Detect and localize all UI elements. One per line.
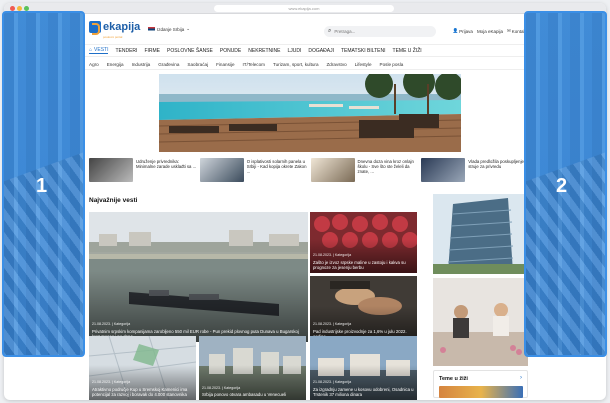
ticker-thumb — [421, 158, 466, 182]
nav-item-poslovne-sanse[interactable]: POSLOVNE ŠANSE — [167, 48, 213, 54]
subnav-item[interactable]: Građevina — [158, 62, 179, 67]
subnav-item[interactable]: Industrija — [132, 62, 151, 67]
office-image — [433, 278, 528, 366]
ticker-thumb — [199, 158, 244, 182]
user-icon: 👤 — [452, 28, 459, 33]
login-link[interactable]: 👤 Prijava — [453, 28, 473, 34]
hero-banner[interactable] — [159, 74, 461, 152]
side-ad-building[interactable] — [433, 194, 528, 274]
logo-mark-icon — [89, 21, 101, 35]
overlay-panel-left[interactable]: 1 — [2, 11, 85, 357]
chevron-right-icon[interactable]: › — [520, 375, 522, 381]
ticker-item[interactable]: Dnevna doza vina kroz onlajn školu - Sve… — [310, 158, 419, 186]
mail-icon: ✉ — [506, 28, 511, 33]
logo[interactable]: ekapija — [89, 21, 141, 35]
story-caption: 21.08.2023. | Kategorija Atraktivno podr… — [92, 380, 188, 397]
ticker-item[interactable]: O isplativosti solarnih panela u Srbiji … — [199, 158, 308, 186]
edition-selector[interactable]: Izdanje Srbija ⌄ — [148, 26, 190, 32]
search-icon: ⌕ — [328, 28, 332, 34]
home-icon: ⌂ — [89, 47, 93, 53]
browser-window: www.ekapija.com ekapija poslovni portal … — [4, 3, 606, 400]
ticker-item[interactable]: Vlada predložila poskupljenje struje za … — [421, 158, 529, 186]
address-bar[interactable]: www.ekapija.com — [214, 5, 394, 12]
subnav-item[interactable]: Saobraćaj — [187, 62, 208, 67]
overlay-number-left: 1 — [36, 175, 48, 197]
subnav-item[interactable]: Posle posla — [380, 62, 404, 67]
ticker-item[interactable]: Udruženje privrednika: Minimalne zarade … — [89, 158, 197, 186]
overlay-panel-right[interactable]: 2 — [524, 11, 607, 357]
nav-item-teme-u-zizi[interactable]: TEME U ŽIŽI — [393, 48, 422, 54]
story-caption: 21.08.2023. | Kategorija Srbija ponovo o… — [202, 385, 287, 397]
subnav-item[interactable]: Turizam, sport, kultura — [273, 62, 319, 67]
serbia-flag-icon — [148, 26, 155, 32]
teme-thumbnail — [439, 386, 523, 398]
page: ekapija poslovni portal Izdanje Srbija ⌄… — [84, 14, 531, 400]
ticker-row: Udruženje privrednika: Minimalne zarade … — [89, 158, 529, 188]
story-card[interactable]: 21.08.2023. | Kategorija Atraktivno podr… — [89, 336, 196, 400]
top-bar: ekapija poslovni portal Izdanje Srbija ⌄… — [84, 14, 531, 39]
hero-pool-image — [159, 74, 461, 152]
nav-item-firme[interactable]: FIRME — [144, 48, 160, 54]
search-box[interactable]: ⌕ — [324, 26, 436, 37]
teme-title: Teme u žiži — [439, 376, 468, 382]
nav-item-ljudi[interactable]: LJUDI — [288, 48, 302, 54]
sub-nav: Agro Energija Industrija Građevina Saobr… — [84, 59, 531, 70]
edition-label: Izdanje Srbija — [157, 26, 185, 32]
story-card-main[interactable]: 21.08.2023. | Kategorija Privatnim srpsk… — [89, 212, 308, 342]
story-card[interactable]: 21.08.2023. | Kategorija Pad industrijsk… — [310, 276, 417, 342]
story-card[interactable]: 21.08.2023. | Kategorija Zašto je izvoz … — [310, 212, 417, 273]
nav-item-ponude[interactable]: PONUDE — [220, 48, 241, 54]
nav-item-vesti[interactable]: ⌂ VESTI — [89, 47, 109, 54]
main-nav: ⌂ VESTI TENDERI FIRME POSLOVNE ŠANSE PONU… — [84, 44, 531, 57]
logo-tagline: poslovni portal — [103, 35, 123, 39]
subnav-item[interactable]: Zdravstvo — [327, 62, 347, 67]
story-caption: 21.08.2023. | Kategorija Za izgradnju za… — [313, 380, 414, 397]
building-image — [433, 194, 528, 274]
ticker-thumb — [310, 158, 355, 182]
browser-chrome: www.ekapija.com — [4, 3, 606, 14]
teme-u-zizi-widget[interactable]: Teme u žiži › — [433, 370, 528, 398]
search-input[interactable] — [334, 29, 425, 34]
chevron-down-icon: ⌄ — [186, 26, 191, 31]
my-ekapija-link[interactable]: Moja eKapija — [477, 28, 503, 34]
user-links: 👤 Prijava Moja eKapija ✉ Kontakt — [453, 28, 527, 34]
story-card[interactable]: 21.08.2023. | Kategorija Za izgradnju za… — [310, 336, 417, 400]
story-card[interactable]: 21.08.2023. | Kategorija Srbija ponovo o… — [199, 336, 306, 400]
nav-item-dogadjaji[interactable]: DOGAĐAJI — [308, 48, 334, 54]
section-title: Najvažnije vesti — [89, 197, 138, 204]
ticker-thumb — [89, 158, 133, 182]
story-caption: 21.08.2023. | Kategorija Zašto je izvoz … — [313, 253, 406, 270]
subnav-item[interactable]: Lifestyle — [355, 62, 372, 67]
logo-text: ekapija — [103, 21, 141, 33]
subnav-item[interactable]: Finansije — [216, 62, 234, 67]
nav-item-nekretnine[interactable]: NEKRETNINE — [248, 48, 280, 54]
overlay-number-right: 2 — [556, 175, 568, 197]
side-ad-office[interactable] — [433, 278, 528, 366]
nav-item-tematski-bilteni[interactable]: TEMATSKI BILTENI — [341, 48, 386, 54]
subnav-item[interactable]: IT/Telecom — [243, 62, 265, 67]
subnav-item[interactable]: Agro — [89, 62, 99, 67]
subnav-item[interactable]: Energija — [107, 62, 124, 67]
nav-item-tenderi[interactable]: TENDERI — [115, 48, 137, 54]
